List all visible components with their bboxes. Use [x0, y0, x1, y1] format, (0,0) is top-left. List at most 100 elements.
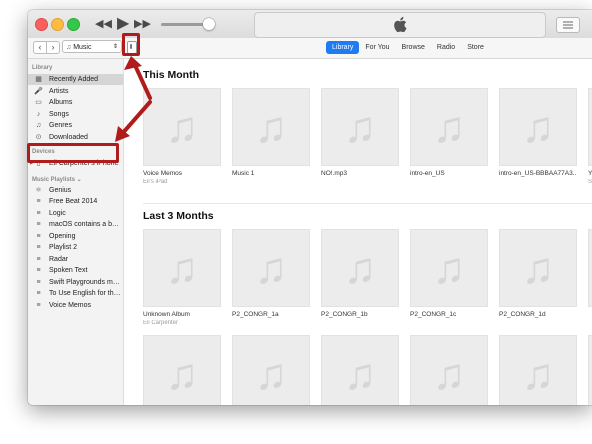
sidebar-item-playlist[interactable]: ≡ Opening [28, 231, 123, 242]
music-note-icon: ♫ [432, 350, 466, 399]
back-button[interactable]: ‹ [33, 41, 47, 54]
album-tile[interactable]: ♫ Voice Memos Eli's iPad [143, 88, 221, 185]
album-tile[interactable]: ♫ P2_CONGR_1d [499, 229, 577, 320]
music-note-icon: ♫ [432, 103, 466, 152]
navigation-toolbar: ‹ › ♫ Music ⇕ Library For You Browse Rad… [28, 38, 592, 59]
album-tile[interactable]: ♫ [499, 335, 577, 405]
album-title: intro-en_US-BBBAA77A3... [499, 170, 577, 177]
play-icon[interactable]: ▶ [117, 15, 129, 33]
music-note-icon: ♫ [521, 103, 555, 152]
playlist-icon: ≡ [36, 256, 41, 263]
sidebar-item-label: macOS contains a buil... [49, 221, 121, 228]
album-tile[interactable]: ♫ [232, 335, 310, 405]
sidebar-item-playlist[interactable]: ≡ Voice Memos [28, 300, 123, 311]
albums-icon: ▭ [35, 99, 42, 106]
music-note-icon: ♫ [254, 244, 288, 293]
minimize-button[interactable] [51, 18, 64, 31]
forward-button[interactable]: › [46, 41, 60, 54]
list-icon [563, 21, 573, 29]
sidebar-item-label: To Use English for the... [49, 290, 121, 297]
playlists-header[interactable]: Music Playlists ⌄ [32, 176, 82, 183]
sidebar-item-label: Genius [49, 187, 72, 194]
close-button[interactable] [35, 18, 48, 31]
sidebar-item-playlist[interactable]: ≡ macOS contains a buil... [28, 219, 123, 230]
songs-icon: ♪ [36, 111, 41, 118]
album-subtitle: Si [588, 179, 592, 185]
album-tile[interactable]: ♫ [321, 335, 399, 405]
section-divider [143, 203, 592, 204]
itunes-window: ◀◀ ▶ ▶▶ ‹ › ♫ Music ⇕ Library For You Br… [28, 10, 592, 405]
fast-forward-icon[interactable]: ▶▶ [134, 15, 151, 33]
sidebar-item-label: Opening [49, 233, 76, 240]
album-title: P2_CONGR_1b [321, 311, 368, 318]
volume-slider-knob[interactable] [203, 18, 215, 30]
device-sidebar-highlight [27, 143, 119, 163]
album-tile[interactable]: ♫ intro-en_US-BBBAA77A3... [499, 88, 577, 179]
sidebar-item-playlist[interactable]: ≡ Free Beat 2014 [28, 196, 123, 207]
up-next-button[interactable] [556, 17, 580, 33]
tab-store[interactable]: Store [461, 41, 490, 54]
sidebar-item-artists[interactable]: 🎤 Artists [28, 86, 123, 97]
album-artwork: ♫ [321, 335, 399, 405]
sidebar-item-genres[interactable]: ♫ Genres [28, 120, 123, 131]
album-tile[interactable]: ♫ [588, 229, 592, 313]
zoom-button[interactable] [67, 18, 80, 31]
album-tile[interactable]: ♫ [410, 335, 488, 405]
playlist-icon: ≡ [36, 279, 41, 286]
sidebar-item-playlist[interactable]: ⚛ Genius [28, 185, 123, 196]
sidebar-item-label: Artists [49, 88, 69, 95]
sidebar-item-playlist[interactable]: ≡ Spoken Text [28, 265, 123, 276]
album-tile[interactable]: ♫ P2_CONGR_1b [321, 229, 399, 320]
sidebar-item-label: Albums [49, 99, 73, 106]
genres-icon: ♫ [35, 122, 42, 129]
sidebar-item-recently-added[interactable]: ▦ Recently Added [28, 74, 123, 85]
artists-icon: 🎤 [34, 88, 43, 95]
music-note-icon: ♫ [254, 350, 288, 399]
album-artwork: ♫ [143, 229, 221, 307]
album-artwork: ♫ [143, 88, 221, 166]
library-tabs: Library For You Browse Radio Store [326, 41, 490, 54]
album-title: Yo [588, 170, 592, 177]
album-subtitle: Eli Carpenter [143, 320, 179, 326]
album-artwork: ♫ [588, 335, 592, 405]
album-title: Music 1 [232, 170, 255, 177]
volume-slider-track[interactable] [161, 23, 207, 26]
sidebar-item-playlist[interactable]: ≡ Playlist 2 [28, 242, 123, 253]
album-title: P2_CONGR_1c [410, 311, 457, 318]
sidebar-item-playlist[interactable]: ≡ Logic [28, 208, 123, 219]
album-tile[interactable]: ♫ [588, 335, 592, 405]
media-type-select[interactable]: ♫ Music ⇕ [62, 40, 122, 53]
album-tile[interactable]: ♫ intro-en_US [410, 88, 488, 179]
playlist-icon: ≡ [36, 198, 41, 205]
tab-browse[interactable]: Browse [396, 41, 431, 54]
album-title: intro-en_US [410, 170, 445, 177]
playlist-icon: ≡ [36, 221, 41, 228]
album-title: Unknown Album [143, 311, 190, 318]
music-note-icon: ♫ [343, 244, 377, 293]
album-tile[interactable]: ♫ P2_CONGR_1a [232, 229, 310, 320]
album-tile[interactable]: ♫ Unknown Album Eli Carpenter [143, 229, 221, 326]
tab-for-you[interactable]: For You [359, 41, 395, 54]
album-tile[interactable]: ♫ Yo Si [588, 88, 592, 185]
sidebar-item-playlist[interactable]: ≡ Swift Playgrounds mu... [28, 277, 123, 288]
album-tile[interactable]: ♫ NO!.mp3 [321, 88, 399, 179]
sidebar-item-downloaded[interactable]: ⊙ Downloaded [28, 132, 123, 143]
album-tile[interactable]: ♫ P2_CONGR_1c [410, 229, 488, 320]
tab-radio[interactable]: Radio [431, 41, 461, 54]
sidebar-item-label: Swift Playgrounds mu... [49, 279, 121, 286]
sidebar-item-playlist[interactable]: ≡ Radar [28, 254, 123, 265]
album-artwork: ♫ [321, 88, 399, 166]
sidebar-item-playlist[interactable]: ≡ To Use English for the... [28, 288, 123, 299]
playlist-icon: ≡ [36, 302, 41, 309]
rewind-icon[interactable]: ◀◀ [95, 15, 112, 33]
album-title: Voice Memos [143, 170, 183, 177]
sidebar-item-label: Logic [49, 210, 66, 217]
album-tile[interactable]: ♫ [143, 335, 221, 405]
tab-library[interactable]: Library [326, 41, 360, 54]
sidebar-item-label: Spoken Text [49, 267, 88, 274]
sidebar-item-albums[interactable]: ▭ Albums [28, 97, 123, 108]
genius-icon: ⚛ [35, 187, 42, 194]
album-tile[interactable]: ♫ Music 1 [232, 88, 310, 179]
sidebar-item-label: Downloaded [49, 134, 88, 141]
sidebar-item-songs[interactable]: ♪ Songs [28, 109, 123, 120]
